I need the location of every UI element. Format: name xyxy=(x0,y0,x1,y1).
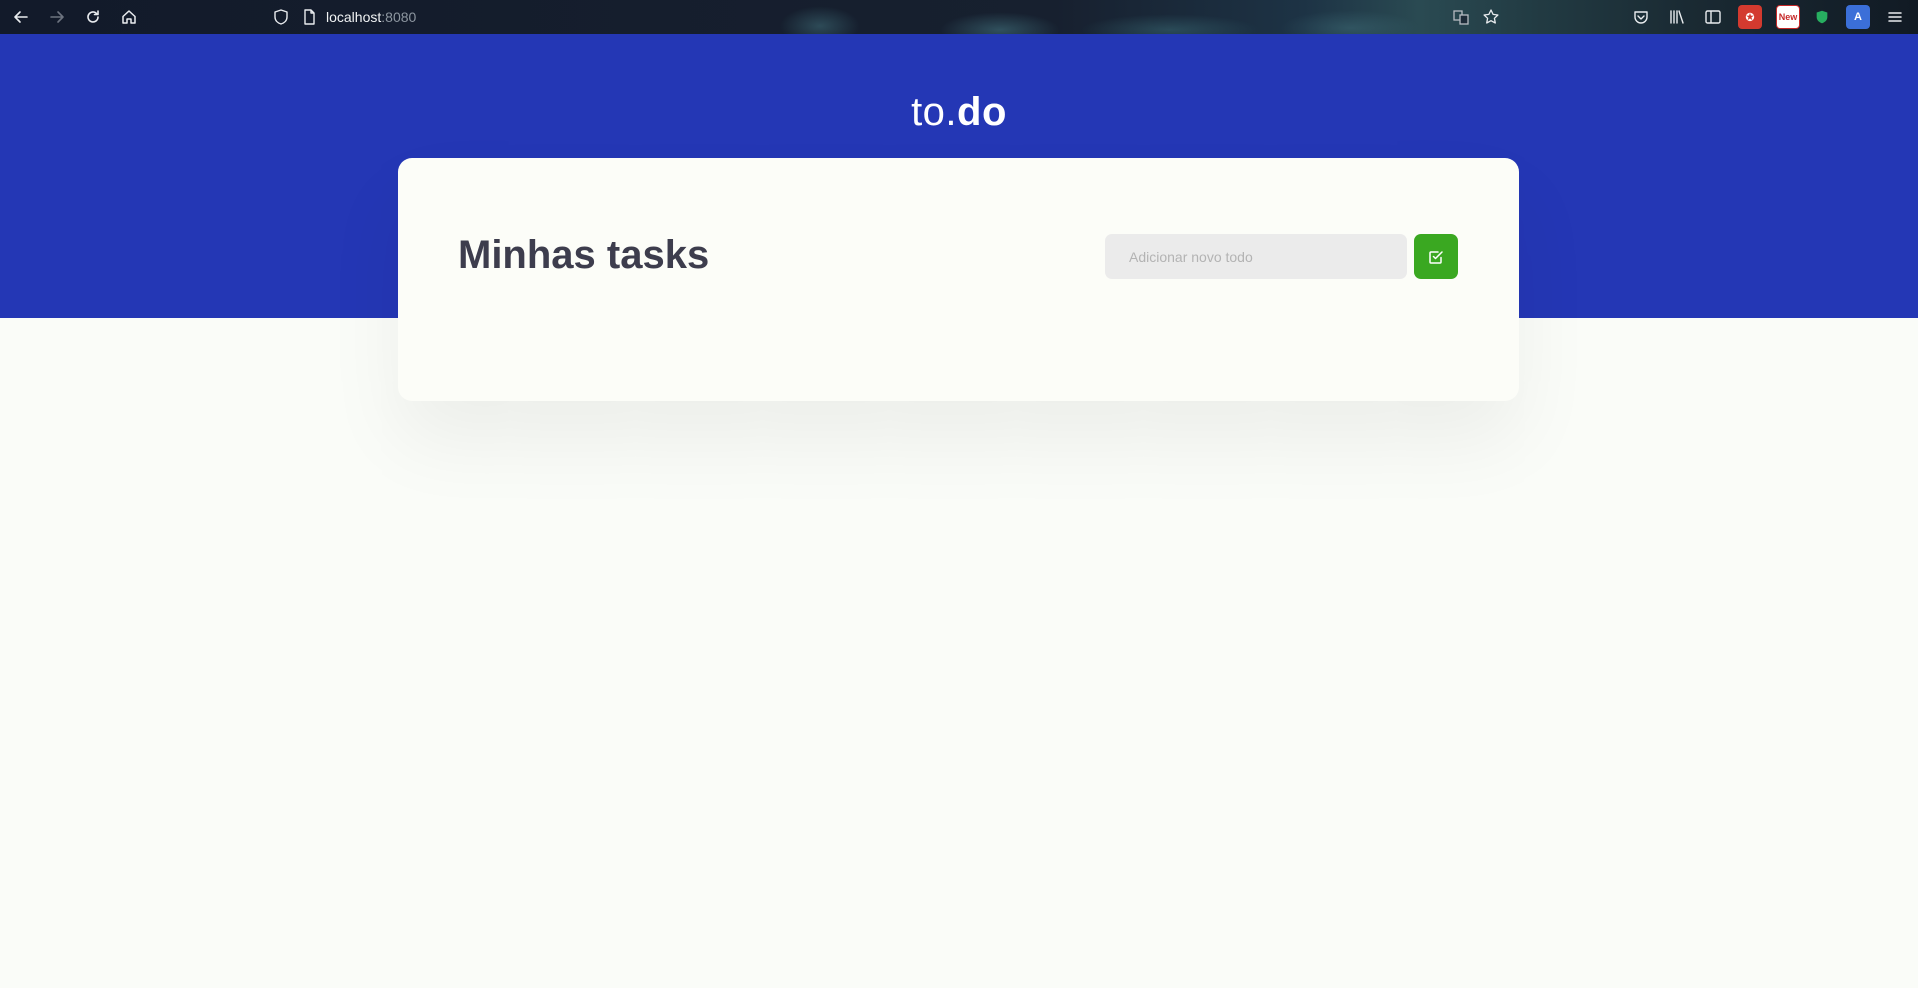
extension-red-icon[interactable]: ✪ xyxy=(1738,5,1762,29)
hamburger-menu-icon xyxy=(1888,12,1902,22)
forward-button[interactable] xyxy=(44,4,70,30)
logo-light-text: to. xyxy=(911,90,958,134)
library-icon xyxy=(1670,10,1684,24)
logo-bold-text: do xyxy=(957,90,1007,134)
extension-new-icon[interactable]: New xyxy=(1776,5,1800,29)
pocket-button[interactable] xyxy=(1628,4,1654,30)
sidebar-button[interactable] xyxy=(1700,4,1726,30)
new-badge-label: New xyxy=(1778,12,1798,22)
pocket-icon xyxy=(1634,11,1648,24)
menu-button[interactable] xyxy=(1882,4,1908,30)
app-logo: to.do xyxy=(0,90,1918,135)
check-square-icon xyxy=(1429,250,1443,264)
tasks-card: Minhas tasks xyxy=(398,158,1519,401)
forward-arrow-icon xyxy=(50,11,64,23)
sidebar-icon xyxy=(1705,10,1721,24)
translate-icon xyxy=(1453,10,1469,25)
url-bar[interactable]: localhost:8080 xyxy=(326,2,926,32)
bookmark-button[interactable] xyxy=(1478,4,1504,30)
library-button[interactable] xyxy=(1664,4,1690,30)
page-info-button[interactable] xyxy=(296,4,322,30)
translate-button[interactable] xyxy=(1448,4,1474,30)
extension-translate-icon[interactable]: A xyxy=(1846,5,1870,29)
home-icon xyxy=(122,10,136,24)
green-shield-icon xyxy=(1816,10,1828,24)
browser-toolbar: localhost:8080 ✪ New A xyxy=(0,0,1918,34)
add-todo-button[interactable] xyxy=(1414,234,1458,279)
home-button[interactable] xyxy=(116,4,142,30)
tracking-protection-button[interactable] xyxy=(268,4,294,30)
back-button[interactable] xyxy=(8,4,34,30)
shield-icon xyxy=(274,9,288,25)
extension-shield-icon[interactable] xyxy=(1810,5,1834,29)
back-arrow-icon xyxy=(14,11,28,23)
reload-icon xyxy=(87,10,99,23)
star-icon xyxy=(1483,9,1499,24)
tasks-title: Minhas tasks xyxy=(458,233,710,277)
url-host: localhost xyxy=(326,9,382,25)
reload-button[interactable] xyxy=(80,4,106,30)
page-content: to.do Minhas tasks xyxy=(0,34,1918,988)
url-port: :8080 xyxy=(381,9,417,25)
page-icon xyxy=(304,9,315,25)
new-todo-input[interactable] xyxy=(1105,234,1407,279)
